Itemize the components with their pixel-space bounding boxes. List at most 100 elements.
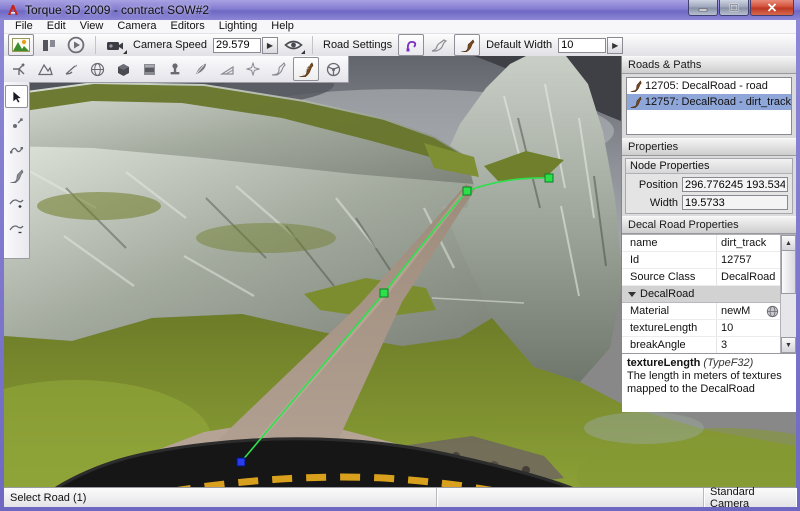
editor-main-area: Roads & Paths 12705: DecalRoad - road 12… (4, 56, 796, 488)
menu-help[interactable]: Help (264, 20, 301, 33)
forest-editor-tool-button[interactable] (189, 58, 213, 80)
property-group-decalroad[interactable]: DecalRoad (622, 286, 781, 303)
menu-lighting[interactable]: Lighting (212, 20, 265, 33)
property-row-material[interactable]: Material newM (622, 303, 781, 320)
spline-node-blue[interactable] (237, 458, 245, 466)
close-button[interactable] (750, 0, 794, 16)
property-row-texturelength[interactable]: textureLength 10 (622, 320, 781, 337)
feather-icon (194, 62, 208, 76)
datablock-editor-tool-button[interactable] (137, 58, 161, 80)
road-settings-label: Road Settings (323, 39, 392, 51)
status-left-text: Select Road (1) (10, 492, 86, 504)
cube-icon (116, 62, 131, 77)
steering-wheel-icon (326, 62, 341, 77)
decal-road-editor-tool-button[interactable] (293, 57, 319, 81)
terrain-painter-tool-button[interactable] (59, 58, 83, 80)
spline-tool-button[interactable] (6, 139, 27, 160)
spline-mode-button[interactable] (398, 34, 424, 56)
mesh-road-editor-tool-button[interactable] (267, 58, 291, 80)
list-item-label: 12705: DecalRoad - road (645, 80, 768, 92)
datablock-cube-icon (142, 62, 157, 77)
roads-list: 12705: DecalRoad - road 12757: DecalRoad… (626, 77, 792, 135)
spline-node-green-1[interactable] (380, 289, 388, 297)
width-field[interactable] (682, 195, 788, 210)
insert-point-tool-button[interactable] (6, 191, 27, 212)
ramp-tool-button[interactable] (215, 58, 239, 80)
title-bar[interactable]: Torque 3D 2009 - contract SOW#2 (0, 0, 800, 20)
spline-curve-icon (404, 38, 418, 52)
menu-camera[interactable]: Camera (110, 20, 163, 33)
terrain-editor-tool-button[interactable] (33, 58, 57, 80)
play-icon (67, 36, 85, 54)
road-outline-mode-button[interactable] (427, 35, 451, 55)
list-item-road[interactable]: 12705: DecalRoad - road (627, 78, 791, 94)
menu-editors[interactable]: Editors (163, 20, 211, 33)
client-area: File Edit View Camera Editors Lighting H… (4, 20, 796, 507)
scroll-up-button[interactable]: ▲ (781, 235, 796, 251)
menu-edit[interactable]: Edit (40, 20, 73, 33)
ramp-icon (220, 63, 235, 76)
property-row-id[interactable]: Id 12757 (622, 252, 781, 269)
camera-speed-expand-button[interactable]: ▶ (262, 37, 278, 54)
property-row-source-class[interactable]: Source Class DecalRoad (622, 269, 781, 286)
window-controls (687, 0, 794, 16)
spline-node-green-3[interactable] (545, 174, 553, 182)
vehicle-editor-tool-button[interactable] (321, 58, 345, 80)
brush-icon (63, 63, 79, 76)
status-camera-text: Standard Camera (710, 486, 790, 510)
scrollbar-thumb[interactable] (781, 250, 796, 294)
default-width-input[interactable] (558, 38, 606, 53)
insert-point-icon (9, 195, 24, 208)
sparkle-icon (246, 62, 260, 76)
property-row-breakangle[interactable]: breakAngle 3 (622, 337, 781, 353)
minimize-button[interactable] (688, 0, 718, 16)
maximize-icon (729, 3, 739, 12)
object-gizmo-tool-button[interactable] (7, 58, 31, 80)
property-grid-scrollbar[interactable]: ▲ ▼ (780, 235, 796, 353)
play-button[interactable] (64, 35, 88, 55)
remove-point-tool-button[interactable] (6, 217, 27, 238)
menu-bar: File Edit View Camera Editors Lighting H… (4, 20, 796, 34)
shape-editor-tool-button[interactable] (111, 58, 135, 80)
main-toolbar: Camera Speed ▶ Road Settings (4, 34, 796, 57)
axes-gizmo-icon (11, 61, 27, 77)
roads-and-properties-panel: Roads & Paths 12705: DecalRoad - road 12… (621, 56, 796, 387)
camera-speed-input[interactable] (213, 38, 261, 53)
add-road-tool-button[interactable] (6, 165, 27, 186)
property-row-name[interactable]: name dirt_track (622, 235, 781, 252)
select-tool-button[interactable] (5, 85, 28, 108)
menu-view[interactable]: View (73, 20, 111, 33)
material-editor-tool-button[interactable] (85, 58, 109, 80)
list-item-label: 12757: DecalRoad - dirt_track (645, 96, 791, 108)
maximize-button[interactable] (719, 0, 749, 16)
cursor-arrow-icon (11, 90, 23, 104)
position-field[interactable] (682, 177, 788, 192)
road-textured-mode-button[interactable] (454, 34, 480, 56)
close-icon (767, 3, 777, 12)
gui-editor-button[interactable] (37, 35, 61, 55)
road-textured-icon (460, 39, 475, 52)
menu-file[interactable]: File (8, 20, 40, 33)
world-editor-button[interactable] (8, 34, 34, 56)
stamp-icon (168, 62, 182, 76)
camera-icon (106, 40, 124, 51)
material-picker-icon[interactable] (766, 305, 779, 318)
status-middle-segment (437, 488, 704, 507)
description-field-type: (TypeF32) (703, 357, 753, 369)
globe-icon (90, 62, 105, 77)
particle-editor-tool-button[interactable] (241, 58, 265, 80)
spline-node-green-2[interactable] (463, 187, 471, 195)
list-item-dirt-track[interactable]: 12757: DecalRoad - dirt_track (627, 94, 791, 110)
default-width-expand-button[interactable]: ▶ (607, 37, 623, 54)
editor-tools-toolbar (4, 56, 349, 83)
window-title: Torque 3D 2009 - contract SOW#2 (25, 3, 209, 17)
road-tool-palette (4, 82, 30, 259)
camera-menu-button[interactable] (103, 35, 127, 55)
visibility-button[interactable] (281, 35, 305, 55)
remove-point-icon (9, 221, 24, 234)
default-width-label: Default Width (486, 39, 552, 51)
move-point-tool-button[interactable] (6, 113, 27, 134)
decal-editor-tool-button[interactable] (163, 58, 187, 80)
scroll-down-button[interactable]: ▼ (781, 337, 796, 353)
toolbar-separator (312, 36, 313, 54)
